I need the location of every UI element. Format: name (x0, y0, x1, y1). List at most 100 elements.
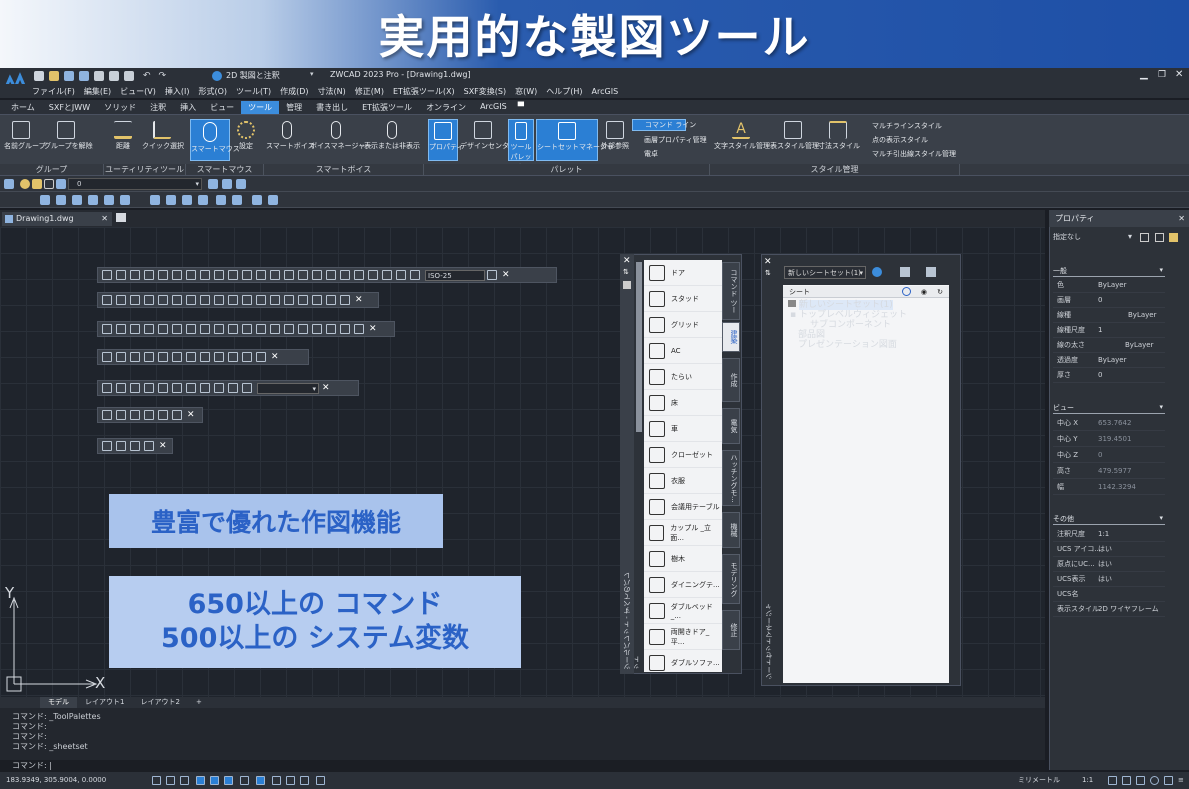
arc-icon[interactable] (228, 352, 238, 362)
layer-state-icon[interactable] (208, 179, 218, 189)
tree-item-presentation[interactable]: プレゼンテーション図面 (788, 340, 948, 350)
tool-icon[interactable] (270, 295, 280, 305)
tool-icon[interactable] (200, 383, 210, 393)
tool-icon[interactable] (158, 295, 168, 305)
tool-icon[interactable] (172, 324, 182, 334)
tab-layout1[interactable]: レイアウト1 (77, 697, 132, 708)
prop-row[interactable]: 線の太さ ByLayer (1053, 338, 1165, 353)
tool-icon[interactable] (252, 195, 262, 205)
tool-icon[interactable] (298, 295, 308, 305)
annotation-visibility-icon[interactable] (1108, 776, 1117, 785)
voice-manager-button[interactable]: ボイスマネージャー (310, 121, 372, 151)
restore-button[interactable]: ❐ (1158, 70, 1166, 80)
eye-icon[interactable]: ◉ (921, 286, 927, 298)
view-select[interactable]: ▾ (257, 382, 319, 394)
tool-icon[interactable] (102, 383, 112, 393)
tool-icon[interactable] (200, 270, 210, 280)
fullscreen-icon[interactable] (1164, 776, 1173, 785)
tool-icon[interactable] (326, 295, 336, 305)
layer-manager-icon[interactable] (4, 179, 14, 189)
tab-et-tools[interactable]: ET拡張ツール (355, 101, 419, 114)
palette-item-grid[interactable]: グリッド (644, 312, 722, 338)
palette-tab-electric[interactable]: 電気 (722, 408, 740, 444)
tool-icon[interactable] (150, 195, 160, 205)
close-icon[interactable]: ✕ (322, 383, 330, 393)
prop-row[interactable]: 透過度 ByLayer (1053, 353, 1165, 368)
menu-format[interactable]: 形式(O) (198, 86, 227, 97)
arc-icon[interactable] (242, 352, 252, 362)
distance-button[interactable]: 距離 (108, 121, 138, 151)
close-icon[interactable]: ✕ (623, 256, 631, 266)
layer-properties-button[interactable]: 画層プロパティ管理 (632, 135, 707, 145)
menu-et-tools[interactable]: ET拡張ツール(X) (393, 86, 455, 97)
tool-icon[interactable] (186, 270, 196, 280)
tool-icon[interactable] (214, 383, 224, 393)
palette-item-floor[interactable]: 床 (644, 390, 722, 416)
annotation-icon[interactable] (300, 776, 309, 785)
tool-icon[interactable] (354, 324, 364, 334)
prop-row[interactable]: 幅 1142.3294 (1053, 480, 1165, 495)
tool-icon[interactable] (228, 295, 238, 305)
tool-icon[interactable] (116, 383, 126, 393)
palette-tab-modify[interactable]: 修正 (722, 610, 740, 650)
tool-icon[interactable] (56, 195, 66, 205)
tool-icon[interactable] (312, 270, 322, 280)
tool-icon[interactable] (256, 324, 266, 334)
close-icon[interactable]: ✕ (1178, 210, 1185, 227)
tool-icon[interactable] (116, 441, 126, 451)
tool-icon[interactable] (130, 441, 140, 451)
prop-row[interactable]: 厚さ 0 (1053, 368, 1165, 383)
menu-dimension[interactable]: 寸法(N) (318, 86, 346, 97)
polar-icon[interactable] (196, 776, 205, 785)
tool-icon[interactable] (158, 410, 168, 420)
select-objects-icon[interactable] (1155, 233, 1164, 242)
palette-item-double-door[interactable]: 両開きドア_平... (644, 624, 722, 650)
customize-icon[interactable]: ≡ (1178, 772, 1184, 789)
tree-item-subcomponent[interactable]: サブコンポーネント (788, 320, 948, 330)
tool-icon[interactable] (88, 195, 98, 205)
command-input[interactable]: コマンド: | (0, 760, 1045, 772)
prop-row[interactable]: 中心 Z0 (1053, 448, 1165, 463)
save-as-icon[interactable] (79, 71, 89, 81)
tab-sxf-jww[interactable]: SXFとJWW (42, 101, 97, 114)
chevron-down-icon[interactable]: ▾ (1128, 232, 1132, 241)
prop-row[interactable]: 色 ByLayer (1053, 278, 1165, 293)
tool-icon[interactable] (186, 383, 196, 393)
menu-window[interactable]: 窓(W) (515, 86, 537, 97)
osnap-icon[interactable] (210, 776, 219, 785)
close-icon[interactable]: ✕ (764, 257, 772, 267)
text-style-button[interactable]: A 文字スタイル管理 (714, 121, 770, 151)
save-icon[interactable] (64, 71, 74, 81)
menu-draw[interactable]: 作成(D) (280, 86, 308, 97)
tab-manage[interactable]: 管理 (279, 101, 309, 114)
palette-item-clothes[interactable]: 衣服 (644, 468, 722, 494)
tool-icon[interactable] (144, 441, 154, 451)
workspace-select[interactable]: 2D 製図と注釈 (226, 70, 316, 81)
tool-icon[interactable] (158, 270, 168, 280)
gear-icon[interactable] (1150, 776, 1159, 785)
tool-icon[interactable] (172, 410, 182, 420)
menu-edit[interactable]: 編集(E) (84, 86, 111, 97)
tool-icon[interactable] (312, 295, 322, 305)
ribbon-toggle-icon[interactable]: ▀ (514, 101, 528, 114)
tool-icon[interactable] (166, 195, 176, 205)
arc-icon[interactable] (186, 352, 196, 362)
annotation-scale[interactable]: 1:1 (1082, 772, 1093, 789)
tool-icon[interactable] (242, 295, 252, 305)
close-icon[interactable]: ✕ (101, 212, 108, 226)
tool-icon[interactable] (116, 324, 126, 334)
quick-select-button[interactable]: クイック選択 (142, 121, 184, 151)
tool-icon[interactable] (340, 295, 350, 305)
tool-icon[interactable] (487, 270, 497, 280)
workspace-switch-icon[interactable] (1136, 776, 1145, 785)
tool-icon[interactable] (130, 410, 140, 420)
globe-icon[interactable] (872, 267, 882, 277)
tool-icon[interactable] (102, 270, 112, 280)
tool-icon[interactable] (172, 295, 182, 305)
tool-icon[interactable] (72, 195, 82, 205)
tool-icon[interactable] (410, 270, 420, 280)
tool-icon[interactable] (102, 441, 112, 451)
preview-icon[interactable] (124, 71, 134, 81)
tool-icon[interactable] (228, 324, 238, 334)
menu-sxf[interactable]: SXF変換(S) (464, 86, 506, 97)
